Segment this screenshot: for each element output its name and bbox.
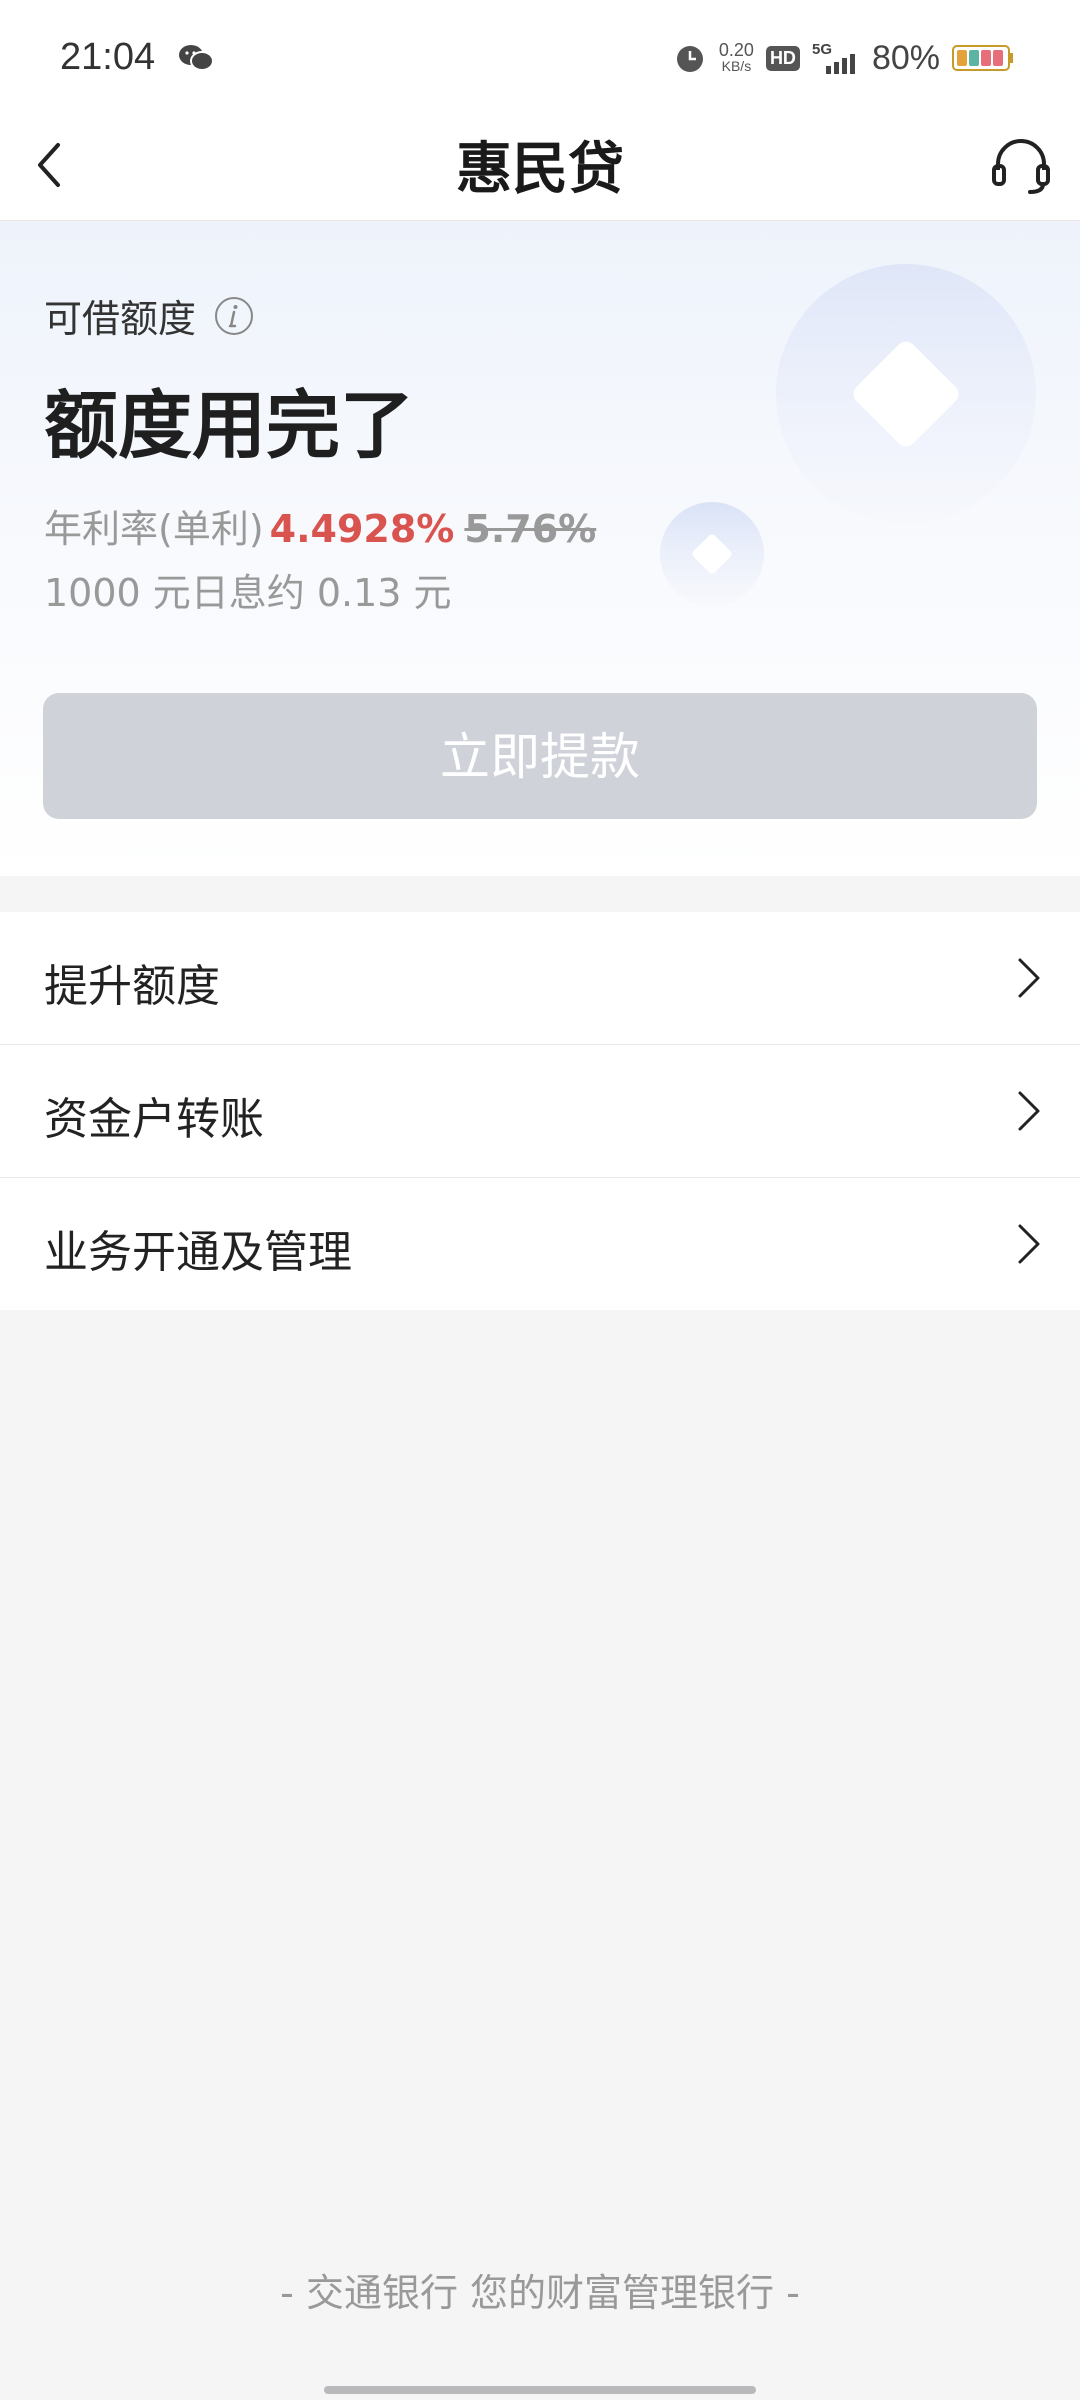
signal-5g-label: 5G xyxy=(812,41,832,58)
menu-item-fund-transfer[interactable]: 资金户转账 xyxy=(0,1045,1080,1178)
signal-icon: 5G xyxy=(812,41,855,74)
nav-bar: 惠民贷 xyxy=(0,110,1080,221)
annual-rate-row: 年利率(单利) 4.4928% 5.76% xyxy=(44,498,596,553)
alarm-icon xyxy=(676,46,703,72)
chevron-right-icon xyxy=(1018,1091,1040,1131)
chevron-right-icon xyxy=(1018,958,1040,998)
menu-item-label: 提升额度 xyxy=(44,961,220,1012)
status-time: 21:04 xyxy=(60,36,156,78)
withdraw-button[interactable]: 立即提款 xyxy=(43,693,1037,819)
daily-interest: 1000 元日息约 0.13 元 xyxy=(44,571,452,615)
menu-list: 提升额度 资金户转账 业务开通及管理 xyxy=(0,912,1080,1310)
available-limit-row: 可借额度 xyxy=(44,288,254,343)
current-rate: 4.4928% xyxy=(269,507,455,551)
wechat-icon xyxy=(179,45,214,71)
status-indicators: 0.20 KB/s HD 5G 80% xyxy=(673,36,1014,80)
available-limit-label: 可借额度 xyxy=(44,297,197,341)
battery-icon xyxy=(952,45,1013,71)
info-icon[interactable] xyxy=(214,296,254,336)
original-rate: 5.76% xyxy=(464,507,597,551)
bank-slogan: - 交通银行 您的财富管理银行 - xyxy=(280,2271,800,2315)
rate-label: 年利率(单利) xyxy=(44,507,264,551)
quota-status: 额度用完了 xyxy=(44,383,414,469)
menu-item-label: 资金户转账 xyxy=(44,1094,264,1145)
menu-item-label: 业务开通及管理 xyxy=(44,1227,352,1278)
network-speed: 0.20 KB/s xyxy=(718,40,754,74)
loan-summary-card: 可借额度 额度用完了 年利率(单利) 4.4928% 5.76% 1000 元日息约… xyxy=(0,222,1080,876)
battery-percent: 80% xyxy=(871,38,940,77)
hd-badge: HD xyxy=(765,45,800,71)
decorative-coins-icon xyxy=(660,264,1036,606)
page-title: 惠民贷 xyxy=(456,137,624,202)
chevron-right-icon xyxy=(1018,1224,1040,1264)
customer-service-icon[interactable] xyxy=(986,130,1056,200)
menu-item-service-management[interactable]: 业务开通及管理 xyxy=(0,1178,1080,1310)
status-bar: 21:04 0.20 KB/s HD 5G 80% xyxy=(0,0,1080,110)
menu-item-increase-limit[interactable]: 提升额度 xyxy=(0,912,1080,1045)
home-indicator[interactable] xyxy=(324,2386,756,2394)
